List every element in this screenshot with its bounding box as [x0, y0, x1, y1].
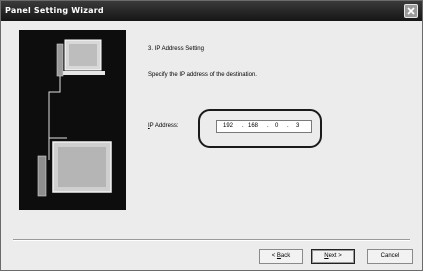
ip-address-label: IP Address:: [148, 123, 179, 129]
back-label: ack: [280, 253, 291, 259]
highlight-callout: [198, 109, 322, 148]
window-title: Panel Setting Wizard: [5, 6, 104, 15]
title-bar: Panel Setting Wizard: [1, 1, 422, 21]
next-label: ext >: [328, 253, 342, 259]
cancel-button[interactable]: Cancel: [367, 249, 413, 264]
wizard-illustration: [19, 30, 126, 210]
network-devices-image: [19, 30, 126, 210]
ip-label-text: P Address:: [149, 123, 179, 129]
close-icon: [407, 7, 415, 15]
back-button[interactable]: < Back: [259, 249, 303, 264]
step-instruction: Specify the IP address of the destinatio…: [148, 72, 257, 78]
button-separator: [13, 239, 410, 241]
wizard-window: Panel Setting Wizard 3. IP Address Setti…: [0, 0, 423, 271]
next-button[interactable]: Next >: [311, 249, 355, 264]
step-title: 3. IP Address Setting: [148, 46, 204, 52]
close-button[interactable]: [404, 4, 418, 18]
